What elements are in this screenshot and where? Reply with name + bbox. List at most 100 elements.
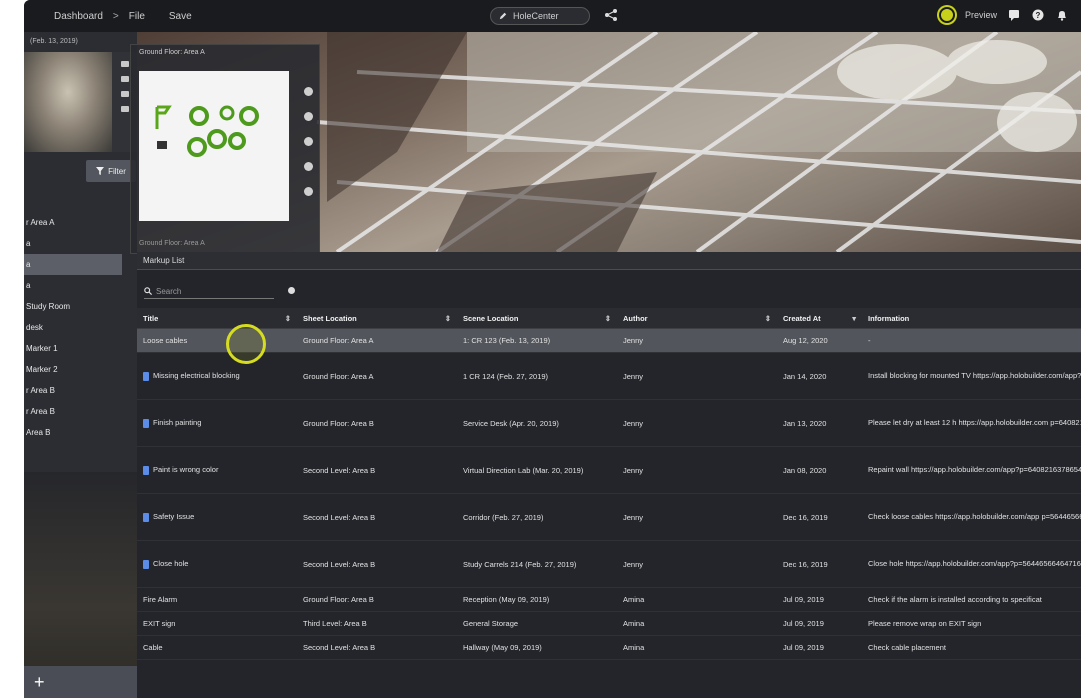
markup-search[interactable]: Search: [144, 284, 274, 299]
sort-icon: ⇕: [284, 313, 291, 323]
layers-icon[interactable]: [303, 112, 313, 121]
table-row[interactable]: EXIT sign Third Level: Area B General Stor…: [137, 612, 1081, 636]
cell-created-at-text: Jan 14, 2020: [783, 371, 827, 381]
pencil-tool-icon[interactable]: [120, 61, 129, 67]
cell-created-at-text: Dec 16, 2019: [783, 559, 828, 569]
expand-icon[interactable]: [303, 87, 313, 96]
pin-tool-icon[interactable]: [120, 106, 129, 112]
table-row[interactable]: Missing electrical blocking Ground Floor:…: [137, 353, 1081, 400]
tree-item[interactable]: Marker 2: [24, 359, 137, 380]
cell-author-text: Amina: [623, 643, 645, 652]
scene-name: HoleCenter: [513, 11, 559, 21]
scene-thumbnail[interactable]: [24, 52, 112, 152]
tree-item[interactable]: r Area B: [24, 401, 137, 422]
cell-scene-location: Reception (May 09, 2019): [457, 588, 617, 612]
file-menu[interactable]: File: [129, 11, 145, 22]
sidebar-background-scene: [24, 472, 137, 698]
scene-selector[interactable]: HoleCenter: [490, 7, 590, 25]
column-header-created[interactable]: Created At ▾: [777, 308, 862, 329]
cell-created-at-text: Jul 09, 2019: [783, 619, 824, 628]
cell-author: Amina: [617, 588, 777, 612]
cell-sheet-location-text: Third Level: Area B: [303, 619, 367, 628]
document-icon[interactable]: [143, 418, 149, 428]
app-window: Dashboard > File Save HoleCenter Preview…: [24, 0, 1081, 698]
bell-icon[interactable]: [1055, 8, 1069, 22]
chat-tool-icon[interactable]: [120, 91, 129, 97]
cell-information: Please remove wrap on EXIT sign: [862, 612, 1081, 636]
cell-scene-location: Hallway (May 09, 2019): [457, 636, 617, 660]
preview-toggle-icon[interactable]: [938, 7, 955, 23]
document-icon[interactable]: [143, 559, 149, 569]
cell-title-text: Safety Issue: [153, 512, 195, 522]
cell-scene-location-text: Virtual Direction Lab (Mar. 20, 2019): [463, 465, 584, 475]
cell-information-text: -: [868, 335, 871, 345]
document-icon[interactable]: [143, 512, 149, 522]
cell-scene-location: Service Desk (Apr. 20, 2019): [457, 400, 617, 447]
help-icon[interactable]: ?: [1031, 8, 1045, 22]
floorplan-image[interactable]: [139, 71, 289, 221]
cell-information: Check if the alarm is installed accordin…: [862, 588, 1081, 612]
tree-item[interactable]: Area B: [24, 422, 137, 443]
cell-title: Loose cables: [137, 328, 297, 353]
filter-button[interactable]: Filter: [86, 160, 136, 182]
cell-sheet-location: Third Level: Area B: [297, 612, 457, 636]
table-row[interactable]: Cable Second Level: Area B Hallway (May 09…: [137, 636, 1081, 660]
cell-sheet-location: Second Level: Area B: [297, 541, 457, 588]
table-row[interactable]: Safety Issue Second Level: Area B Corridor…: [137, 494, 1081, 541]
cell-sheet-location: Second Level: Area B: [297, 447, 457, 494]
zoom-out-icon[interactable]: [303, 187, 313, 196]
minimap-tools: [297, 71, 319, 231]
search-input[interactable]: Search: [156, 287, 181, 296]
tree-item-selected[interactable]: a: [24, 254, 122, 275]
tree-item[interactable]: r Area B: [24, 380, 137, 401]
preview-label[interactable]: Preview: [965, 10, 997, 20]
cell-sheet-location-text: Ground Floor: Area B: [303, 418, 374, 428]
cell-title-text: Paint is wrong color: [153, 465, 219, 475]
floorplan-markers: [139, 71, 289, 221]
column-header-information[interactable]: Information: [862, 308, 1081, 329]
camera-tool-icon[interactable]: [120, 76, 129, 82]
cell-sheet-location-text: Second Level: Area B: [303, 465, 376, 475]
chat-icon[interactable]: [1007, 8, 1021, 22]
cell-scene-location-text: General Storage: [463, 619, 519, 628]
column-header-title[interactable]: Title ⇕: [137, 308, 297, 329]
plus-icon[interactable]: +: [34, 673, 45, 691]
document-icon[interactable]: [143, 465, 149, 475]
minimap-level-label[interactable]: Ground Floor: Area A: [139, 240, 205, 247]
cell-created-at: Dec 16, 2019: [777, 494, 862, 541]
tree-item[interactable]: desk: [24, 317, 137, 338]
column-header-sheet[interactable]: Sheet Location ⇕: [297, 308, 457, 329]
column-header-author[interactable]: Author ⇕: [617, 308, 777, 329]
table-row[interactable]: Fire Alarm Ground Floor: Area B Reception …: [137, 588, 1081, 612]
cell-sheet-location: Ground Floor: Area B: [297, 588, 457, 612]
cell-title: Missing electrical blocking: [137, 353, 297, 400]
share-icon[interactable]: [604, 8, 618, 22]
minimap-title: Ground Floor: Area A: [139, 49, 205, 56]
pencil-icon: [499, 12, 507, 20]
camera-icon: [157, 141, 167, 149]
location-icon[interactable]: [303, 137, 313, 146]
cell-sheet-location-text: Second Level: Area B: [303, 643, 376, 652]
save-button[interactable]: Save: [169, 11, 192, 22]
tree-item[interactable]: Marker 1: [24, 338, 137, 359]
table-row[interactable]: Finish painting Ground Floor: Area B Servi…: [137, 400, 1081, 447]
table-row[interactable]: Loose cables Ground Floor: Area A 1: CR 12…: [137, 328, 1081, 353]
cell-created-at: Jan 08, 2020: [777, 447, 862, 494]
topbar-right: Preview ?: [938, 7, 1069, 23]
document-icon[interactable]: [143, 371, 149, 381]
sort-down-icon: ▾: [852, 313, 856, 323]
tree-item[interactable]: r Area A: [24, 212, 137, 233]
tree-item[interactable]: a: [24, 275, 137, 296]
zoom-in-icon[interactable]: [303, 162, 313, 171]
search-clear-icon[interactable]: [288, 287, 295, 294]
tree-item[interactable]: a: [24, 233, 137, 254]
cell-created-at-text: Jan 13, 2020: [783, 418, 827, 428]
cell-information-text: Close hole https://app.holobuilder.com/a…: [868, 559, 1081, 568]
breadcrumb-dashboard[interactable]: Dashboard: [54, 11, 103, 22]
table-row[interactable]: Close hole Second Level: Area B Study Carr…: [137, 541, 1081, 588]
column-header-scene[interactable]: Scene Location ⇕: [457, 308, 617, 329]
table-row[interactable]: Paint is wrong color Second Level: Area B…: [137, 447, 1081, 494]
cell-created-at: Dec 16, 2019: [777, 541, 862, 588]
cell-author-text: Amina: [623, 619, 645, 628]
tree-item[interactable]: Study Room: [24, 296, 137, 317]
